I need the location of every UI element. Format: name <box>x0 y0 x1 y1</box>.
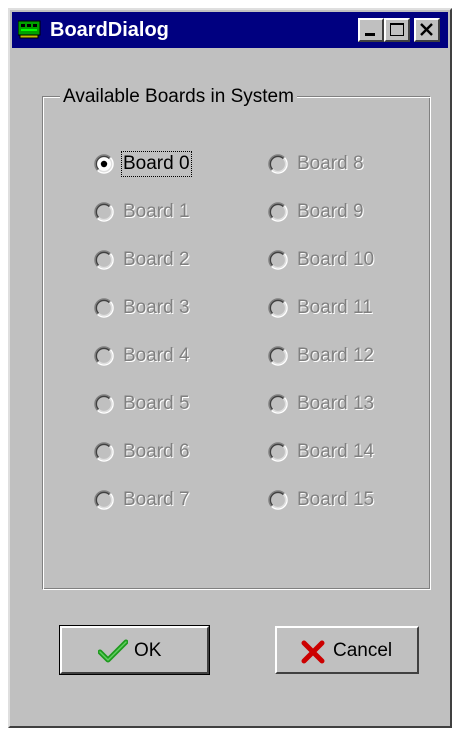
board-radio-label: Board 7 <box>123 489 190 510</box>
cancel-button-label: Cancel <box>333 640 393 661</box>
checkmark-icon <box>97 639 129 669</box>
radio-circle-icon <box>94 250 114 270</box>
board-radio-0[interactable]: Board 0 <box>94 151 244 179</box>
board-radio-label: Board 10 <box>297 249 375 270</box>
radio-circle-icon <box>268 154 288 174</box>
board-radio-label: Board 0 <box>121 151 192 177</box>
minimize-button[interactable] <box>358 18 384 42</box>
x-mark-icon <box>301 640 325 670</box>
radio-circle-icon <box>94 394 114 414</box>
board-radio-label: Board 6 <box>123 441 190 462</box>
ok-button[interactable]: OK <box>59 625 210 675</box>
minimize-icon <box>365 33 375 36</box>
board-radio-label: Board 12 <box>297 345 375 366</box>
board-radio-15[interactable]: Board 15 <box>268 487 418 515</box>
radio-circle-icon <box>94 490 114 510</box>
radio-circle-icon <box>268 298 288 318</box>
board-radio-5[interactable]: Board 5 <box>94 391 244 419</box>
ok-button-label: OK <box>134 640 162 661</box>
board-radio-11[interactable]: Board 11 <box>268 295 418 323</box>
radio-circle-icon <box>268 346 288 366</box>
close-icon <box>420 23 433 36</box>
radio-circle-icon <box>94 442 114 462</box>
board-radio-label: Board 9 <box>297 201 364 222</box>
radio-circle-icon <box>94 346 114 366</box>
board-radio-9[interactable]: Board 9 <box>268 199 418 227</box>
board-radio-label: Board 2 <box>123 249 190 270</box>
board-radio-label: Board 13 <box>297 393 375 414</box>
radio-circle-icon <box>94 298 114 318</box>
radio-circle-icon <box>94 154 114 174</box>
board-radio-label: Board 8 <box>297 153 364 174</box>
radio-circle-icon <box>268 394 288 414</box>
board-radio-label: Board 5 <box>123 393 190 414</box>
board-radio-14[interactable]: Board 14 <box>268 439 418 467</box>
board-radio-label: Board 14 <box>297 441 375 462</box>
cancel-button[interactable]: Cancel <box>275 626 419 674</box>
board-radio-label: Board 11 <box>297 297 373 318</box>
radio-circle-icon <box>268 202 288 222</box>
maximize-icon <box>390 23 404 36</box>
radio-circle-icon <box>268 250 288 270</box>
board-radio-2[interactable]: Board 2 <box>94 247 244 275</box>
title-bar[interactable]: BoardDialog <box>12 12 448 48</box>
board-radio-12[interactable]: Board 12 <box>268 343 418 371</box>
board-dialog-window: BoardDialog Available Boards in System B… <box>8 8 452 728</box>
board-radio-label: Board 4 <box>123 345 190 366</box>
board-radio-13[interactable]: Board 13 <box>268 391 418 419</box>
radio-circle-icon <box>268 490 288 510</box>
board-radio-8[interactable]: Board 8 <box>268 151 418 179</box>
board-radio-label: Board 3 <box>123 297 190 318</box>
board-radio-label: Board 1 <box>123 201 190 222</box>
maximize-button[interactable] <box>384 18 410 42</box>
board-radio-label: Board 15 <box>297 489 375 510</box>
radio-circle-icon <box>94 202 114 222</box>
board-radio-6[interactable]: Board 6 <box>94 439 244 467</box>
board-radio-7[interactable]: Board 7 <box>94 487 244 515</box>
board-radio-10[interactable]: Board 10 <box>268 247 418 275</box>
board-card-icon <box>17 20 42 40</box>
close-button[interactable] <box>414 18 440 42</box>
board-radio-4[interactable]: Board 4 <box>94 343 244 371</box>
boards-group-label: Available Boards in System <box>60 86 297 108</box>
radio-circle-icon <box>268 442 288 462</box>
window-title: BoardDialog <box>50 19 169 41</box>
board-radio-3[interactable]: Board 3 <box>94 295 244 323</box>
board-radio-1[interactable]: Board 1 <box>94 199 244 227</box>
